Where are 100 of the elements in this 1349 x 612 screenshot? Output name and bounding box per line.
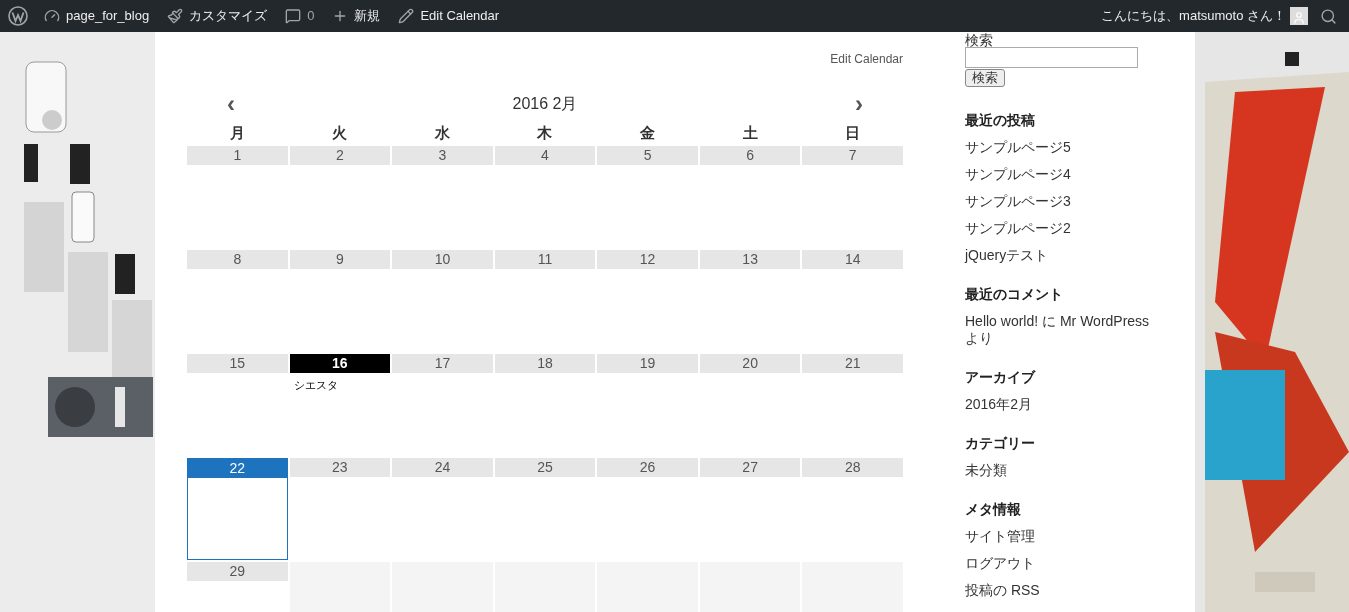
day-cell[interactable]: 29 xyxy=(187,562,288,612)
edit-calendar-link[interactable]: Edit Calendar xyxy=(830,50,903,68)
sidebar-link[interactable]: サンプルページ2 xyxy=(965,215,1071,242)
day-number[interactable]: 23 xyxy=(289,458,391,477)
day-number[interactable]: 22 xyxy=(188,459,287,478)
day-number[interactable]: 8 xyxy=(187,250,288,269)
sidebar-link[interactable]: Hello world! に Mr WordPress より xyxy=(965,308,1165,352)
search-label: 検索 xyxy=(965,32,993,49)
day-number[interactable]: 2 xyxy=(289,146,391,165)
day-cell[interactable]: 6 xyxy=(699,146,801,248)
day-cell[interactable]: 12 xyxy=(597,250,698,352)
weekday-header: 日 xyxy=(844,123,862,143)
sidebar-link[interactable]: サンプルページ3 xyxy=(965,188,1071,215)
widget-title: カテゴリー xyxy=(965,434,1035,453)
sidebar-link[interactable]: jQueryテスト xyxy=(965,242,1049,269)
day-cell[interactable]: 10 xyxy=(392,250,493,352)
pencil-icon xyxy=(398,8,415,24)
day-number[interactable]: 20 xyxy=(699,354,801,373)
day-number[interactable]: 18 xyxy=(494,354,596,373)
day-number[interactable]: 10 xyxy=(392,250,493,269)
day-number[interactable]: 11 xyxy=(494,250,596,269)
weekday-header: 木 xyxy=(536,123,554,143)
previous-month-button[interactable]: ‹ xyxy=(227,94,235,114)
day-number[interactable]: 16 xyxy=(289,354,391,373)
day-cell[interactable]: 19 xyxy=(597,354,698,456)
day-cell[interactable]: 14 xyxy=(802,250,903,352)
day-cell[interactable]: 22 xyxy=(187,458,288,560)
search-button[interactable]: 検索 xyxy=(965,69,1005,87)
day-cell[interactable]: 25 xyxy=(494,458,596,560)
day-number[interactable]: 13 xyxy=(699,250,801,269)
day-cell[interactable]: 18 xyxy=(494,354,596,456)
day-number[interactable]: 1 xyxy=(187,146,288,165)
day-number[interactable]: 24 xyxy=(392,458,493,477)
dashboard-icon xyxy=(44,8,60,24)
day-cell[interactable]: 21 xyxy=(802,354,903,456)
logo-icon[interactable] xyxy=(8,6,28,26)
widget-title: メタ情報 xyxy=(965,500,1021,519)
day-number[interactable]: 28 xyxy=(802,458,903,477)
day-cell[interactable]: 2 xyxy=(289,146,391,248)
day-cell[interactable]: 5 xyxy=(597,146,698,248)
sidebar-link[interactable]: サイト管理 xyxy=(965,523,1035,550)
comment-icon xyxy=(285,8,302,24)
day-cell[interactable]: 23 xyxy=(289,458,391,560)
sidebar-link[interactable]: サンプルページ4 xyxy=(965,161,1071,188)
day-cell[interactable]: 26 xyxy=(597,458,698,560)
greeting-link[interactable]: こんにちは、matsumoto さん！ xyxy=(1101,6,1286,26)
day-cell[interactable]: 4 xyxy=(494,146,596,248)
toolbar-link[interactable]: page_for_blog xyxy=(44,6,150,26)
sidebar-link[interactable]: 2016年2月 xyxy=(965,391,1032,418)
weekday-header: 金 xyxy=(639,123,657,143)
day-number[interactable]: 25 xyxy=(494,458,596,477)
day-cell[interactable]: 1 xyxy=(187,146,288,248)
day-cell[interactable]: 20 xyxy=(699,354,801,456)
month-title: 2016 2月 xyxy=(512,94,578,114)
search-field[interactable] xyxy=(965,47,1138,68)
day-number[interactable]: 14 xyxy=(802,250,903,269)
search-icon[interactable] xyxy=(1320,7,1337,25)
day-number[interactable]: 21 xyxy=(802,354,903,373)
sidebar-link[interactable]: サンプルページ5 xyxy=(965,134,1071,161)
day-number[interactable]: 17 xyxy=(392,354,493,373)
weekday-header: 水 xyxy=(433,123,451,143)
sidebar-link[interactable]: 投稿の RSS xyxy=(965,577,1040,604)
day-cell[interactable]: 9 xyxy=(289,250,391,352)
toolbar-link[interactable]: 新規 xyxy=(332,6,381,26)
toolbar-link[interactable]: カスタマイズ xyxy=(167,6,268,26)
weekday-header: 月 xyxy=(228,123,246,143)
day-cell[interactable]: 15 xyxy=(187,354,288,456)
toolbar-link[interactable]: 0 xyxy=(285,6,315,26)
widget-title: 最近の投稿 xyxy=(965,111,1035,130)
day-number[interactable]: 9 xyxy=(289,250,391,269)
day-number[interactable]: 29 xyxy=(187,562,288,581)
sidebar-link[interactable]: ログアウト xyxy=(965,550,1035,577)
day-cell[interactable]: 13 xyxy=(699,250,801,352)
day-cell[interactable]: 27 xyxy=(699,458,801,560)
day-number[interactable]: 19 xyxy=(597,354,698,373)
next-month-button[interactable]: › xyxy=(855,94,863,114)
day-cell[interactable]: 7 xyxy=(802,146,903,248)
day-cell[interactable]: 16 シエスタ xyxy=(289,354,391,456)
day-number[interactable]: 6 xyxy=(699,146,801,165)
day-cell[interactable]: 17 xyxy=(392,354,493,456)
day-cell[interactable]: 28 xyxy=(802,458,903,560)
sidebar-link[interactable]: 未分類 xyxy=(965,457,1007,484)
event-label[interactable]: シエスタ xyxy=(289,377,391,394)
day-cell[interactable]: 3 xyxy=(392,146,493,248)
day-cell[interactable]: 8 xyxy=(187,250,288,352)
day-number[interactable]: 4 xyxy=(494,146,596,165)
day-number[interactable]: 5 xyxy=(597,146,698,165)
day-number[interactable]: 27 xyxy=(699,458,801,477)
widget-title: アーカイブ xyxy=(965,368,1035,387)
widget-title: 最近のコメント xyxy=(965,285,1063,304)
weekday-header: 土 xyxy=(741,123,759,143)
day-number[interactable]: 3 xyxy=(392,146,493,165)
toolbar-link[interactable]: Edit Calendar xyxy=(398,6,500,26)
day-cell[interactable]: 24 xyxy=(392,458,493,560)
day-cell[interactable]: 11 xyxy=(494,250,596,352)
day-number[interactable]: 26 xyxy=(597,458,698,477)
day-number[interactable]: 12 xyxy=(597,250,698,269)
day-number[interactable]: 7 xyxy=(802,146,903,165)
day-number[interactable]: 15 xyxy=(187,354,288,373)
weekday-header: 火 xyxy=(331,123,349,143)
